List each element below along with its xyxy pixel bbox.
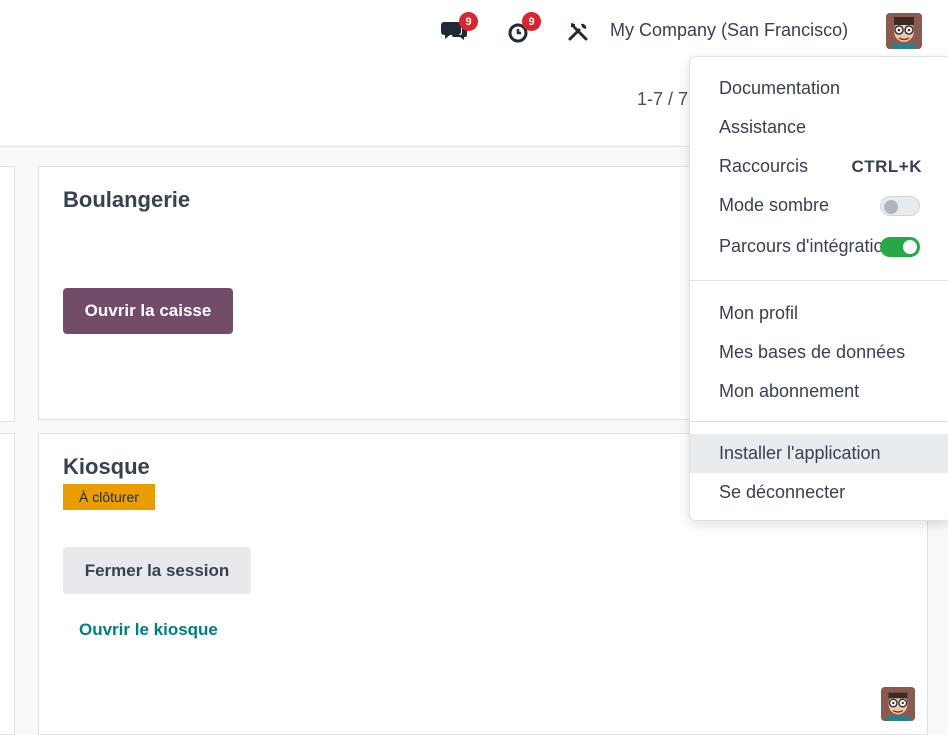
avatar-icon [886, 13, 922, 49]
card-left-edge [0, 166, 15, 422]
activity-button[interactable]: 9 [502, 12, 541, 46]
toggle-knob [903, 240, 917, 254]
close-session-button[interactable]: Fermer la session [63, 547, 251, 594]
shortcut-key: CTRL+K [851, 156, 922, 176]
menu-item-label: Mes bases de données [719, 342, 906, 362]
menu-item-label: Se déconnecter [719, 482, 846, 502]
menu-item-label: Mon abonnement [719, 381, 860, 401]
menu-item-databases[interactable]: Mes bases de données [690, 333, 948, 372]
navbar: 9 9 My Company (San Francisco) [0, 0, 948, 63]
menu-item-profile[interactable]: Mon profil [690, 294, 948, 333]
chat-button[interactable]: 9 [438, 12, 478, 46]
status-badge: À clôturer [63, 484, 155, 510]
responsible-avatar [881, 687, 915, 721]
menu-item-subscription[interactable]: Mon abonnement [690, 372, 948, 411]
avatar-icon [881, 687, 915, 721]
user-avatar[interactable] [886, 13, 922, 49]
tools-icon [568, 23, 588, 41]
menu-item-label: Parcours d'intégration [719, 236, 884, 256]
menu-item-documentation[interactable]: Documentation [690, 69, 948, 108]
card-title: Boulangerie [63, 187, 191, 212]
onboarding-toggle[interactable] [880, 237, 920, 257]
card-left-edge [0, 433, 15, 735]
menu-item-dark-mode[interactable]: Mode sombre [690, 186, 948, 225]
open-kiosk-link[interactable]: Ouvrir le kiosque [79, 620, 218, 640]
menu-divider [690, 421, 948, 422]
menu-item-logout[interactable]: Se déconnecter [690, 473, 948, 512]
menu-item-label: Assistance [719, 117, 807, 137]
menu-item-install-app[interactable]: Installer l'application [690, 434, 948, 473]
card-title: Kiosque [63, 454, 150, 479]
dark-mode-toggle[interactable] [880, 196, 920, 216]
menu-item-label: Documentation [719, 78, 841, 98]
menu-item-support[interactable]: Assistance [690, 108, 948, 147]
user-menu-dropdown: Documentation Assistance Raccourcis CTRL… [689, 56, 948, 521]
open-register-button[interactable]: Ouvrir la caisse [63, 288, 233, 334]
menu-item-label: Mon profil [719, 303, 799, 323]
menu-item-label: Mode sombre [719, 195, 830, 215]
menu-divider [690, 280, 948, 281]
toggle-knob [884, 200, 898, 214]
menu-item-onboarding[interactable]: Parcours d'intégration [690, 227, 948, 266]
pager-value[interactable]: 1-7 / 7 [637, 89, 688, 110]
company-switcher[interactable]: My Company (San Francisco) [610, 20, 848, 41]
menu-item-label: Raccourcis [719, 156, 809, 176]
menu-item-label: Installer l'application [719, 443, 881, 463]
debug-tools-button[interactable] [565, 18, 591, 44]
chat-badge: 9 [459, 12, 478, 31]
menu-item-shortcuts[interactable]: Raccourcis CTRL+K [690, 147, 948, 186]
activity-badge: 9 [522, 12, 541, 31]
